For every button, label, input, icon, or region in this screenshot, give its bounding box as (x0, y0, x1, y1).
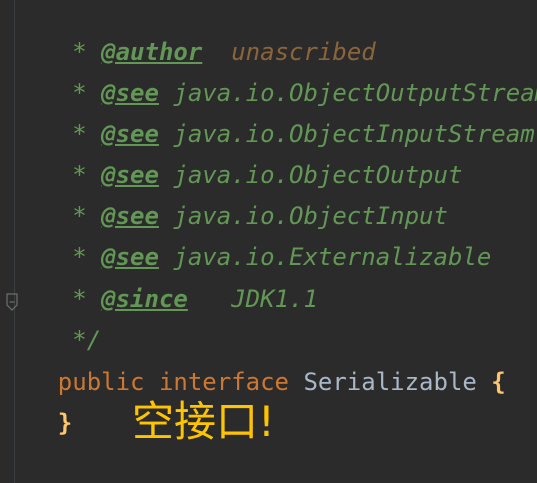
interface-name[interactable]: Serializable (303, 368, 476, 396)
doc-comment-close: */ (0, 289, 101, 354)
doc-gap (188, 285, 231, 313)
doc-tag-since: @since (101, 285, 188, 313)
code-editor[interactable]: * @author unascribed * @see java.io.Obje… (0, 0, 537, 483)
doc-line-since: * @since JDK1.1 (0, 248, 318, 313)
doc-line-see-3: * @see java.io.ObjectOutput (0, 124, 462, 189)
interface-declaration: public interface Serializable { (0, 331, 506, 396)
close-brace: } (57, 409, 73, 437)
interface-keyword: interface (158, 368, 289, 396)
annotation-empty-interface: 空接口! (132, 397, 275, 446)
doc-since-value: JDK1.1 (231, 285, 318, 313)
open-brace: { (491, 368, 506, 396)
doc-line-see-5: * @see java.io.Externalizable (0, 206, 491, 271)
doc-line-see-2: * @see java.io.ObjectInputStream (0, 83, 534, 148)
doc-line-see-1: * @see java.io.ObjectOutputStream (0, 42, 537, 107)
interface-close-line: } (0, 372, 72, 437)
doc-line-see-4: * @see java.io.ObjectInput (0, 165, 448, 230)
doc-line-author: * @author unascribed (0, 1, 375, 66)
